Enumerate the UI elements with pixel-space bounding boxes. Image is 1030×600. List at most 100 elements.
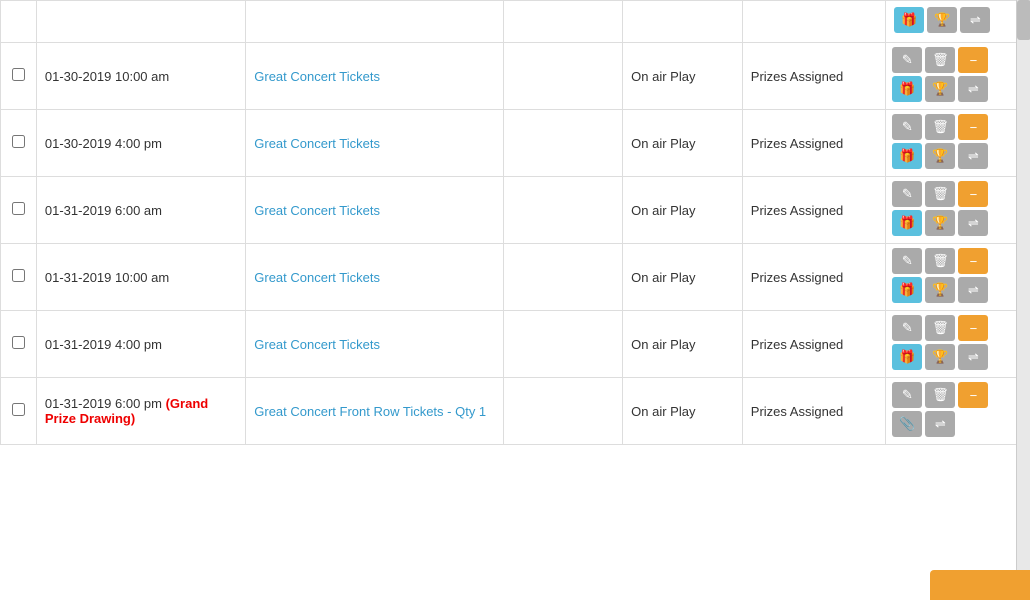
delete-button[interactable]: 🗑 [925, 114, 955, 140]
row-checkbox[interactable] [12, 403, 25, 416]
row-type: On air Play [623, 378, 743, 445]
header-arrows-icon[interactable]: ⇌ [960, 7, 990, 33]
row-name-link[interactable]: Great Concert Tickets [254, 337, 380, 352]
row-checkbox-cell [1, 311, 37, 378]
row-name: Great Concert Tickets [246, 311, 503, 378]
row-empty-col [503, 244, 623, 311]
row-status: Prizes Assigned [742, 177, 886, 244]
row-checkbox[interactable] [12, 336, 25, 349]
edit-button[interactable]: ✎ [892, 47, 922, 73]
row-checkbox[interactable] [12, 269, 25, 282]
row-status: Prizes Assigned [742, 311, 886, 378]
trophy-button[interactable]: 🏆 [925, 210, 955, 236]
gift-button[interactable]: 🎁 [892, 76, 922, 102]
edit-button[interactable]: ✎ [892, 315, 922, 341]
row-checkbox-cell [1, 110, 37, 177]
gift-button[interactable]: 🎁 [892, 277, 922, 303]
row-checkbox[interactable] [12, 68, 25, 81]
row-date: 01-30-2019 4:00 pm [36, 110, 245, 177]
minus-button[interactable]: − [958, 315, 988, 341]
minus-button[interactable]: − [958, 382, 988, 408]
row-actions: ✎🗑− 📎⇌ [886, 378, 1030, 445]
delete-button[interactable]: 🗑 [925, 47, 955, 73]
row-name: Great Concert Tickets [246, 43, 503, 110]
row-empty-col [503, 43, 623, 110]
table-row: 01-30-2019 4:00 pmGreat Concert TicketsO… [1, 110, 1030, 177]
bottom-bar [930, 570, 1030, 600]
delete-button[interactable]: 🗑 [925, 382, 955, 408]
row-empty-col [503, 110, 623, 177]
table-row: 01-31-2019 6:00 am Great Concert Tickets O… [1, 177, 1030, 244]
edit-button[interactable]: ✎ [892, 382, 922, 408]
row-name-link[interactable]: Great Concert Front Row Tickets - Qty 1 [254, 404, 486, 419]
row-name: Great Concert Tickets [246, 177, 503, 244]
row-name: Great Concert Front Row Tickets - Qty 1 [246, 378, 503, 445]
arrows-button[interactable]: ⇌ [958, 76, 988, 102]
trophy-button[interactable]: 🏆 [925, 143, 955, 169]
row-status: Prizes Assigned [742, 110, 886, 177]
col-actions: 🎁 🏆 ⇌ [886, 1, 1030, 43]
minus-button[interactable]: − [958, 114, 988, 140]
row-empty-col [503, 311, 623, 378]
col-checkbox [1, 1, 37, 43]
row-checkbox-cell [1, 378, 37, 445]
arrows-button[interactable]: ⇌ [958, 143, 988, 169]
delete-button[interactable]: 🗑 [925, 248, 955, 274]
date-text: 01-31-2019 6:00 pm [45, 396, 166, 411]
row-status: Prizes Assigned [742, 43, 886, 110]
trophy-button[interactable]: 🏆 [925, 344, 955, 370]
table-row: 01-31-2019 10:00 am Great Concert Tickets… [1, 244, 1030, 311]
table-row: 01-30-2019 10:00 amGreat Concert Tickets… [1, 43, 1030, 110]
row-status: Prizes Assigned [742, 378, 886, 445]
minus-button[interactable]: − [958, 248, 988, 274]
row-date: 01-31-2019 6:00 am [36, 177, 245, 244]
scrollbar[interactable] [1016, 0, 1030, 600]
arrows-button[interactable]: ⇌ [958, 344, 988, 370]
col-datetime [36, 1, 245, 43]
row-actions: ✎🗑− 🎁🏆⇌ [886, 110, 1030, 177]
row-name-link[interactable]: Great Concert Tickets [254, 136, 380, 151]
edit-button[interactable]: ✎ [892, 114, 922, 140]
row-status: Prizes Assigned [742, 244, 886, 311]
trophy-button[interactable]: 🏆 [925, 277, 955, 303]
scrollbar-thumb[interactable] [1017, 0, 1030, 40]
table-header-row: 🎁 🏆 ⇌ [1, 1, 1030, 43]
table-row: 01-31-2019 4:00 pmGreat Concert TicketsO… [1, 311, 1030, 378]
edit-button[interactable]: ✎ [892, 181, 922, 207]
gift-button[interactable]: 🎁 [892, 344, 922, 370]
edit-button[interactable]: ✎ [892, 248, 922, 274]
col-type [623, 1, 743, 43]
col-status [742, 1, 886, 43]
row-name-link[interactable]: Great Concert Tickets [254, 270, 380, 285]
gift-button[interactable]: 🎁 [892, 143, 922, 169]
row-type: On air Play [623, 177, 743, 244]
arrows-button[interactable]: ⇌ [958, 210, 988, 236]
delete-button[interactable]: 🗑 [925, 315, 955, 341]
row-name: Great Concert Tickets [246, 244, 503, 311]
table-row: 01-31-2019 6:00 pm (Grand Prize Drawing)… [1, 378, 1030, 445]
row-date: 01-31-2019 6:00 pm (Grand Prize Drawing) [36, 378, 245, 445]
minus-button[interactable]: − [958, 181, 988, 207]
header-gift-icon[interactable]: 🎁 [894, 7, 924, 33]
row-checkbox-cell [1, 43, 37, 110]
row-name: Great Concert Tickets [246, 110, 503, 177]
row-name-link[interactable]: Great Concert Tickets [254, 203, 380, 218]
arrows-button[interactable]: ⇌ [958, 277, 988, 303]
paperclip-button[interactable]: 📎 [892, 411, 922, 437]
row-date: 01-31-2019 4:00 pm [36, 311, 245, 378]
delete-button[interactable]: 🗑 [925, 181, 955, 207]
row-actions: ✎🗑− 🎁🏆⇌ [886, 311, 1030, 378]
row-checkbox[interactable] [12, 202, 25, 215]
row-date: 01-31-2019 10:00 am [36, 244, 245, 311]
row-actions: ✎🗑− 🎁🏆⇌ [886, 244, 1030, 311]
gift-button[interactable]: 🎁 [892, 210, 922, 236]
trophy-button[interactable]: 🏆 [925, 76, 955, 102]
row-checkbox[interactable] [12, 135, 25, 148]
row-name-link[interactable]: Great Concert Tickets [254, 69, 380, 84]
transfer-button[interactable]: ⇌ [925, 411, 955, 437]
minus-button[interactable]: − [958, 47, 988, 73]
row-type: On air Play [623, 244, 743, 311]
row-empty-col [503, 177, 623, 244]
row-empty-col [503, 378, 623, 445]
header-trophy-icon[interactable]: 🏆 [927, 7, 957, 33]
